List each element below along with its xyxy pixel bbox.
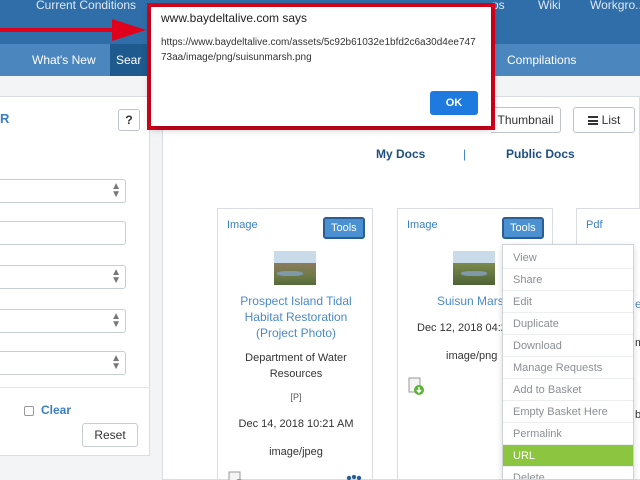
document-format: image/jpeg (269, 446, 323, 458)
share-icon[interactable] (346, 475, 362, 480)
download-icon[interactable] (228, 471, 244, 480)
list-icon (587, 116, 598, 125)
menu-item-url[interactable]: URL (503, 445, 633, 467)
browser-alert-dialog: www.baydeltalive.com says https://www.ba… (151, 7, 491, 126)
nav-item-compilations[interactable]: Compilations (507, 44, 576, 76)
ok-button[interactable]: OK (430, 91, 478, 115)
menu-item-empty-basket-here[interactable]: Empty Basket Here (503, 401, 633, 423)
tools-button[interactable]: Tools (502, 217, 544, 239)
menu-item-download[interactable]: Download (503, 335, 633, 357)
card-format-fragment: b (635, 409, 640, 421)
tab-separator: | (463, 147, 467, 161)
annotation-arrow-icon (0, 19, 146, 41)
menu-item-view[interactable]: View (503, 247, 633, 269)
filter-select-3[interactable]: ▲ ▼ (0, 309, 126, 333)
select-arrows-icon: ▲ ▼ (111, 181, 121, 200)
menu-item-duplicate[interactable]: Duplicate (503, 313, 633, 335)
clear-checkbox[interactable] (24, 406, 34, 416)
card-title-fragment: e (635, 297, 640, 311)
menu-item-permalink[interactable]: Permalink (503, 423, 633, 445)
select-arrows-icon: ▲ ▼ (111, 267, 121, 286)
help-button[interactable]: ? (118, 109, 140, 131)
nav-item-workgroups[interactable]: Workgro... (590, 0, 640, 12)
menu-item-delete[interactable]: Delete (503, 467, 633, 479)
reset-button[interactable]: Reset (82, 423, 138, 447)
panel-heading: R (0, 111, 10, 126)
document-organization: Department of Water Resources (245, 352, 347, 380)
tools-button[interactable]: Tools (323, 217, 365, 239)
document-date: Dec 14, 2018 10:21 AM (238, 418, 354, 430)
nav-item-whats-new[interactable]: What's New (32, 44, 96, 76)
document-card[interactable]: Image Tools Prospect Island Tidal Habita… (217, 208, 373, 480)
tools-dropdown-menu: View Share Edit Duplicate Download Manag… (502, 244, 634, 480)
tab-public-docs[interactable]: Public Docs (506, 147, 575, 161)
nav-item-search[interactable]: Sear (110, 44, 148, 76)
thumbnail-view-label: Thumbnail (497, 113, 554, 127)
select-arrows-icon: ▲ ▼ (111, 311, 121, 330)
alert-title: www.baydeltalive.com says (161, 11, 308, 25)
download-icon[interactable] (408, 377, 424, 395)
filter-select-2[interactable]: ▲ ▼ (0, 265, 126, 289)
select-arrows-icon: ▲ ▼ (111, 353, 121, 372)
clear-link[interactable]: Clear (41, 403, 71, 417)
tab-my-docs[interactable]: My Docs (376, 147, 425, 161)
nav-item-current-conditions[interactable]: Current Conditions (36, 0, 136, 12)
filter-input-1[interactable] (0, 221, 126, 245)
list-view-button[interactable]: List (573, 107, 635, 133)
card-type-label: Image (227, 219, 258, 231)
search-filter-panel: R ? ▲ ▼ ▲ ▼ ▲ ▼ ▲ ▼ Clear Reset (0, 96, 150, 456)
filter-select-1[interactable]: ▲ ▼ (0, 179, 126, 203)
panel-divider (0, 387, 150, 388)
document-thumbnail[interactable] (274, 251, 316, 285)
nav-item-wiki[interactable]: Wiki (538, 0, 561, 12)
document-tag: [P] (290, 392, 302, 402)
filter-select-4[interactable]: ▲ ▼ (0, 351, 126, 375)
menu-item-edit[interactable]: Edit (503, 291, 633, 313)
menu-item-share[interactable]: Share (503, 269, 633, 291)
document-thumbnail[interactable] (453, 251, 495, 285)
card-date-fragment: m (635, 337, 640, 349)
thumbnail-view-button[interactable]: Thumbnail (491, 107, 561, 133)
alert-message: https://www.baydeltalive.com/assets/5c92… (161, 37, 476, 63)
card-type-label: Image (407, 219, 438, 231)
list-view-label: List (601, 113, 621, 127)
menu-item-manage-requests[interactable]: Manage Requests (503, 357, 633, 379)
card-type-label: Pdf (586, 219, 603, 231)
document-title-link[interactable]: Prospect Island Tidal Habitat Restoratio… (224, 293, 368, 341)
menu-item-add-to-basket[interactable]: Add to Basket (503, 379, 633, 401)
